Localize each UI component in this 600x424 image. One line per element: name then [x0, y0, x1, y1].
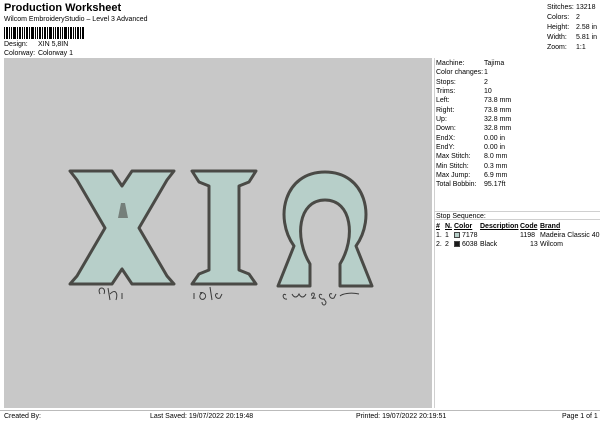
machine-stats: Machine: Tajima Color changes:1 Stops: 2 T…	[436, 59, 511, 190]
table-row: 1. 1 7178 1198 Madeira Classic 40	[436, 232, 600, 239]
colorway-label: Colorway:	[4, 50, 36, 57]
barcode	[4, 27, 84, 39]
stat-right: Right: 73.8 mm	[436, 106, 512, 114]
stat-machine: Machine: Tajima	[436, 60, 505, 67]
footer-created-by: Created By:	[4, 413, 41, 420]
color-swatch	[454, 232, 460, 238]
summary-width: Width: 5.81 in	[547, 34, 598, 41]
summary-stitches: Stitches: 13218	[547, 4, 596, 11]
stat-min-stitch: Min Stitch: 0.3 mm	[436, 162, 508, 170]
summary-zoom: Zoom: 1:1	[547, 44, 586, 51]
stat-down: Down: 32.8 mm	[436, 125, 512, 133]
table-header: # N. Color Description Code Brand	[436, 223, 561, 230]
stat-up: Up: 32.8 mm	[436, 116, 512, 124]
letter-chi	[68, 169, 176, 286]
design-preview	[4, 58, 432, 408]
letter-omega	[276, 170, 374, 288]
footer-last-saved: Last Saved: 19/07/2022 20:19:48	[150, 413, 254, 420]
stat-stops: Stops: 2	[436, 78, 488, 86]
footer: Created By: Last Saved: 19/07/2022 20:19…	[0, 410, 600, 424]
letter-iota	[190, 169, 258, 286]
stat-trims: Trims: 10	[436, 88, 492, 96]
summary-height: Height: 2.58 in	[547, 24, 598, 31]
caption-omega-script	[282, 292, 360, 306]
table-row: 2. 2 6038 Black 13 Wilcom	[436, 241, 563, 248]
stat-left: Left: 73.8 mm	[436, 97, 512, 105]
color-swatch	[454, 241, 460, 247]
stat-total-bobbin: Total Bobbin: 95.17ft	[436, 181, 506, 189]
embroidery-design	[68, 169, 374, 306]
stat-endy: EndY: 0.00 in	[436, 144, 506, 152]
page-title: Production Worksheet	[4, 2, 122, 14]
colorway-value: Colorway 1	[37, 50, 73, 57]
stop-sequence-title: Stop Sequence:	[434, 211, 600, 220]
caption-iota-script	[193, 286, 223, 301]
stat-endx: EndX: 0.00 in	[436, 134, 506, 142]
caption-chi-script	[98, 287, 123, 301]
stop-sequence-table: # N. Color Description Code Brand 1. 1 7…	[434, 222, 600, 249]
design-label: Design:	[4, 41, 28, 48]
summary-stats: Stitches: 13218 Colors: 2 Height: 2.58 in W…	[547, 3, 597, 53]
stat-color-changes: Color changes:1	[436, 69, 488, 77]
stat-max-stitch: Max Stitch: 8.0 mm	[436, 153, 508, 161]
design-value: XIN 5,8IN	[37, 41, 69, 48]
footer-printed: Printed: 19/07/2022 20:19:51	[356, 413, 447, 420]
stat-max-jump: Max Jump: 6.9 mm	[436, 172, 508, 180]
software-subtitle: Wilcom EmbroideryStudio – Level 3 Advanc…	[4, 16, 148, 23]
colorway-row: Colorway: Colorway 1	[4, 50, 73, 57]
machine-panel: Machine: Tajima Color changes:1 Stops: 2 T…	[434, 58, 600, 408]
footer-page: Page 1 of 1	[562, 413, 598, 420]
summary-colors: Colors: 2	[547, 14, 580, 21]
design-row: Design: XIN 5,8IN	[4, 41, 68, 48]
